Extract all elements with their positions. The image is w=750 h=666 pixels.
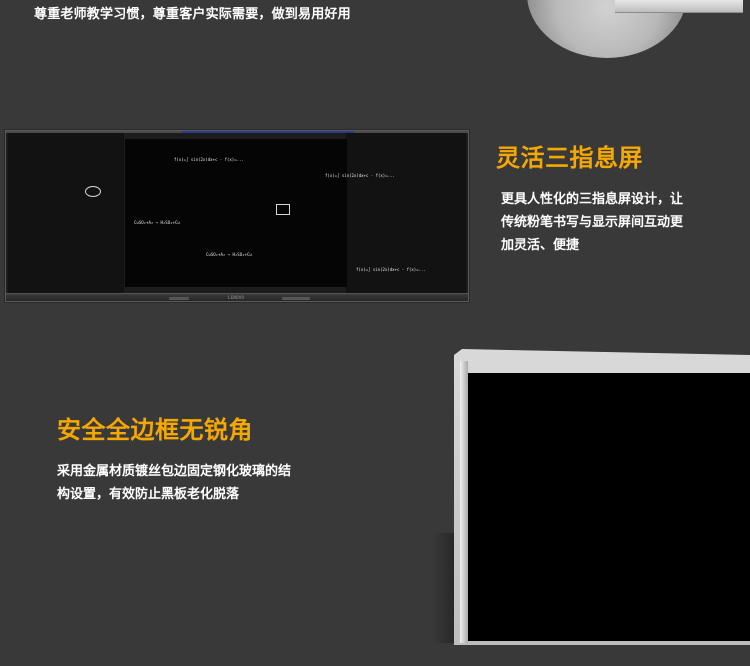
feature-description-line: 采用金属材质镀丝包边固定钢化玻璃的结 xyxy=(57,464,292,479)
chalk-sketch xyxy=(276,204,290,215)
feature-description: 采用金属材质镀丝包边固定钢化玻璃的结 构设置，有效防止黑板老化脱落 xyxy=(57,460,291,506)
board-accent-line xyxy=(182,131,354,133)
chalk-formula: f(x)=∫ sin(2x)dx+c · f(x)=... xyxy=(356,267,426,272)
board-logo: LENOVO xyxy=(228,295,245,300)
feature-title: 安全全边框无锐角 xyxy=(57,416,253,444)
chalk-formula: f(x)=∫ sin(2x)dx+c · f(x)=... xyxy=(325,173,395,178)
feature-title: 灵活三指息屏 xyxy=(496,144,643,172)
board-left-panel xyxy=(8,133,124,294)
chalk-formula: f(x)=∫ sin(2x)dx+c · f(x)=... xyxy=(174,157,244,162)
board-port xyxy=(169,297,189,300)
board-port xyxy=(282,297,310,300)
feature-description: 更具人性化的三指息屏设计，让 传统粉笔书写与显示屏间互动更 加灵活、便捷 xyxy=(501,188,683,257)
feature-description-line: 更具人性化的三指息屏设计，让 xyxy=(501,192,684,207)
chalk-circle xyxy=(85,186,101,197)
tagline-text: 尊重老师教学习惯，尊重客户实际需要，做到易用好用 xyxy=(34,7,351,22)
board-glass-surface xyxy=(468,373,750,641)
chalk-equation: CuSO₄+A₂ → H₂SO₄+Cu xyxy=(206,252,252,257)
frame-corner-product-image xyxy=(432,347,750,666)
chalk-equation: CuSO₄+A₂ → H₂SO₄+Cu xyxy=(134,220,180,225)
board-base-rail: LENOVO xyxy=(6,293,468,301)
frame-edge-highlight xyxy=(460,361,468,643)
feature-description-line: 加灵活、便捷 xyxy=(501,238,580,253)
top-product-image xyxy=(523,0,743,58)
blackboard-product-image: f(x)=∫ sin(2x)dx+c · f(x)=... f(x)=∫ sin… xyxy=(5,130,469,302)
product-bar xyxy=(615,0,743,13)
feature-description-line: 传统粉笔书写与显示屏间互动更 xyxy=(501,215,684,230)
feature-description-line: 构设置，有效防止黑板老化脱落 xyxy=(57,487,240,502)
